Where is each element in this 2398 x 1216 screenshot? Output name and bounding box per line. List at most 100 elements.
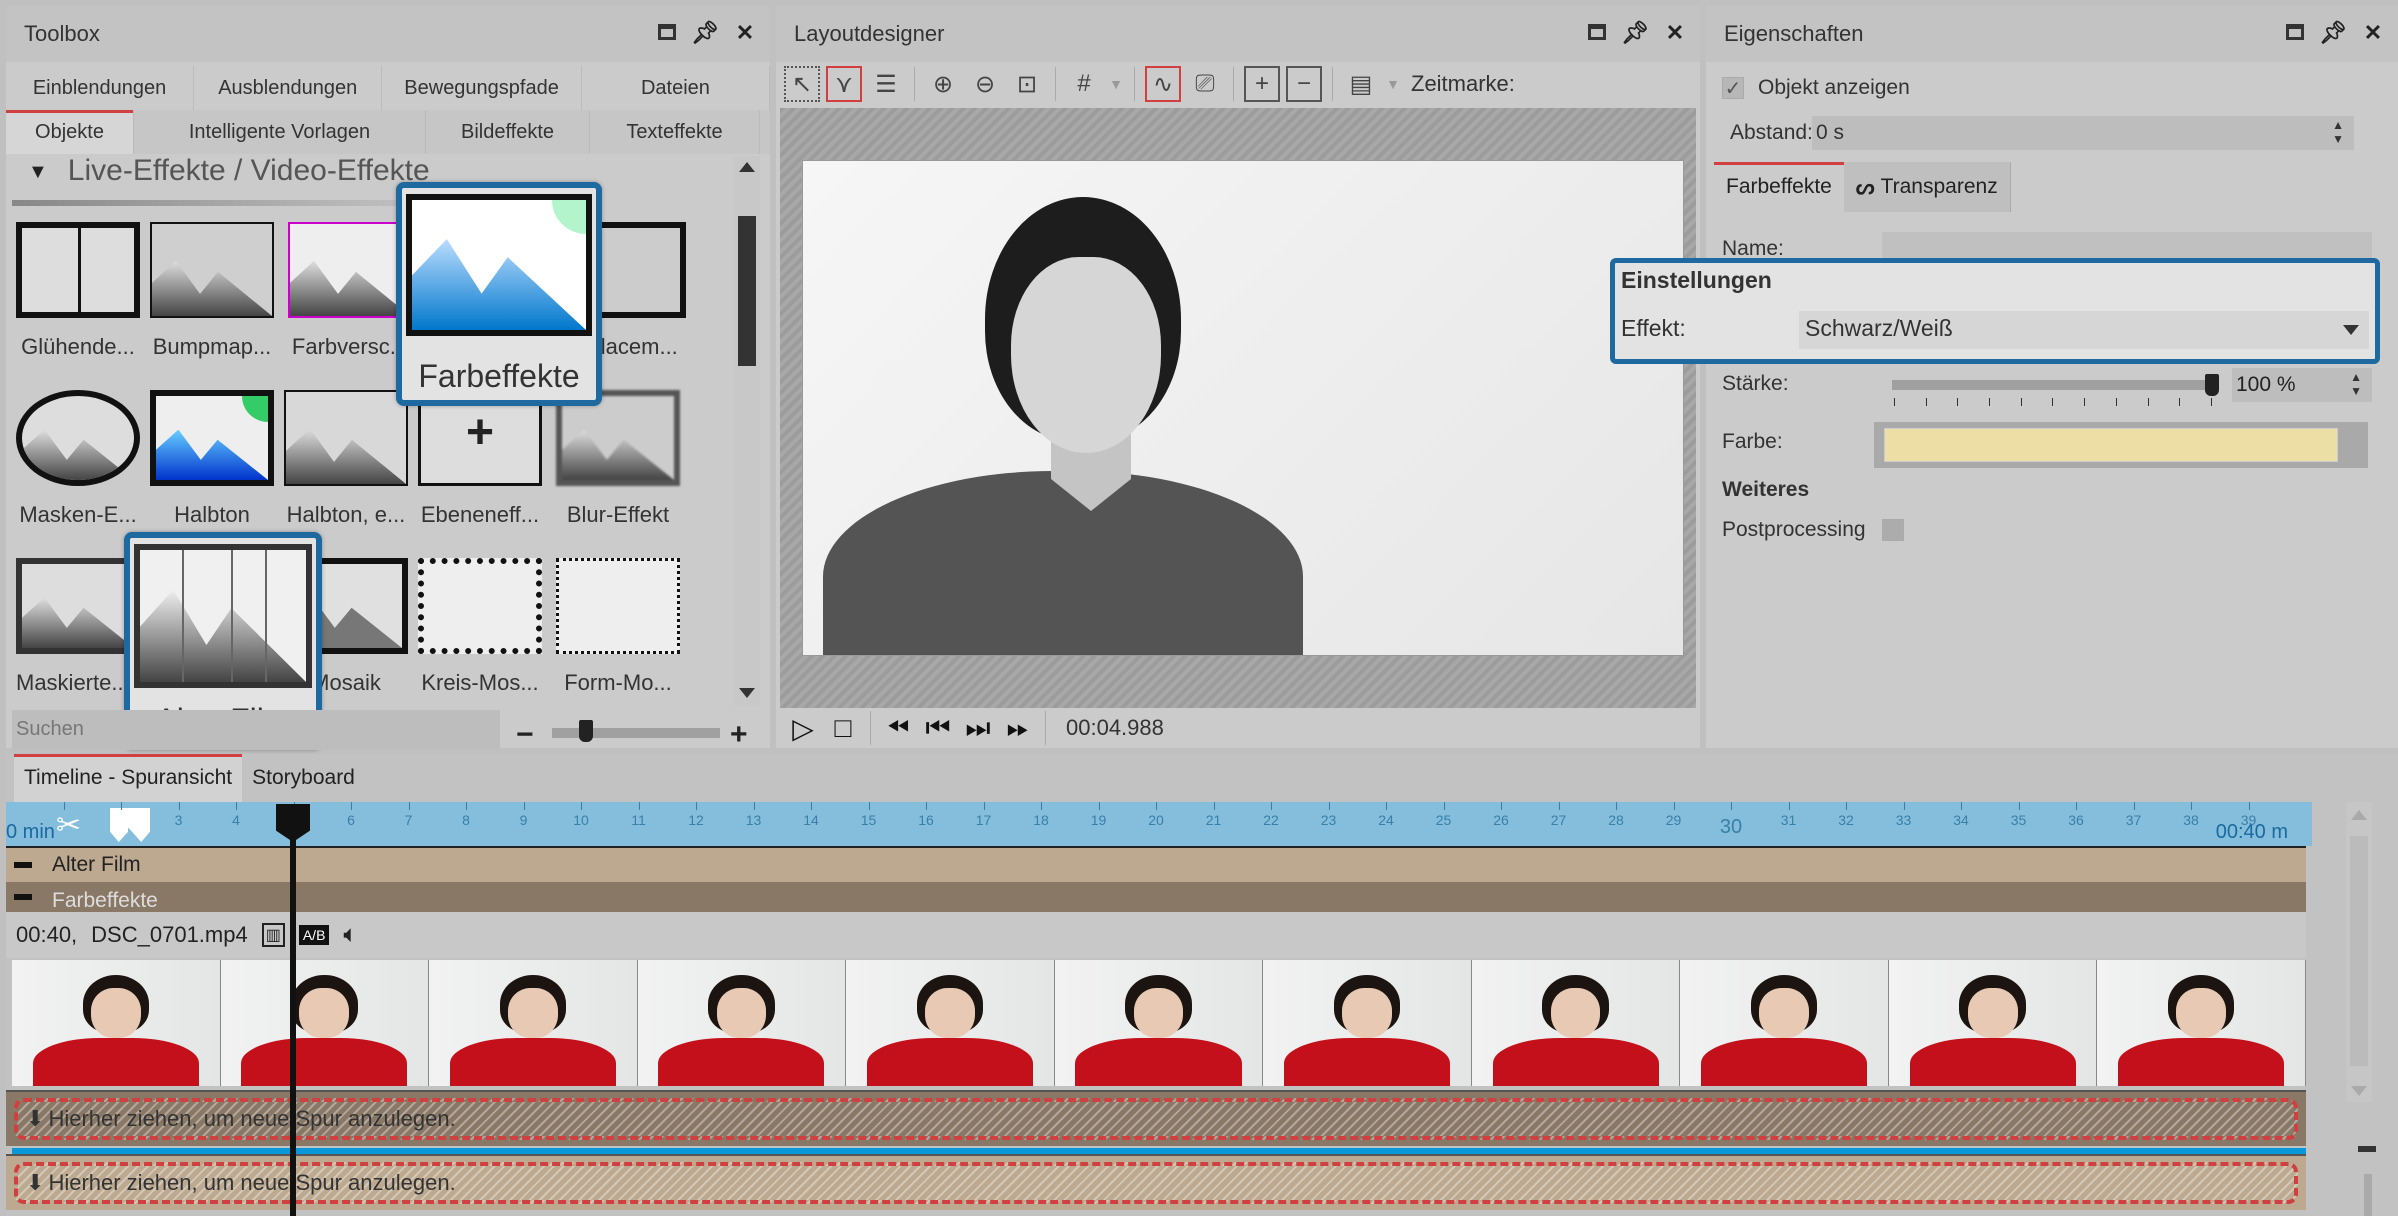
staerke-slider-thumb[interactable] (2205, 374, 2219, 396)
pin-icon[interactable]: 📌︎ (2319, 20, 2347, 46)
ruler-tick-label: 9 (519, 812, 528, 828)
tab-ausblendungen[interactable]: Ausblendungen (194, 66, 383, 110)
toolbox-scrollbar[interactable] (734, 156, 760, 706)
zoom-fit-icon[interactable]: ⊡ (1009, 66, 1045, 102)
scroll-thumb[interactable] (2350, 836, 2368, 1066)
effect-item-halbton[interactable]: Halbton (150, 390, 274, 528)
fast-forward-icon[interactable]: ⏩︎ (1001, 712, 1035, 745)
search-input[interactable]: Suchen (12, 710, 500, 750)
pin-icon[interactable]: 📌︎ (1621, 20, 1649, 46)
play-icon[interactable]: ▷ (786, 712, 820, 745)
add-icon[interactable]: + (1244, 66, 1280, 102)
tab-transparenz[interactable]: ᔕ Transparenz (1843, 162, 2011, 212)
maximize-icon[interactable] (658, 24, 676, 40)
effect-item-halbton-einfarbig[interactable]: Halbton, e... (284, 390, 408, 528)
collapse-icon[interactable] (14, 894, 32, 900)
abstand-input[interactable]: 0 s ▲ ▼ (1812, 116, 2354, 150)
filmstrip-icon[interactable]: ▥ (261, 923, 285, 947)
close-icon[interactable]: ✕ (1664, 20, 1686, 46)
stop-icon[interactable]: □ (826, 712, 860, 744)
tab-objekte[interactable]: Objekte (6, 110, 134, 154)
postprocessing-checkbox[interactable] (1881, 519, 1904, 541)
tab-farbeffekte[interactable]: Farbeffekte (1714, 162, 1844, 212)
tab-storyboard[interactable]: Storyboard (242, 754, 365, 802)
effect-item-blur[interactable]: Blur-Effekt (556, 390, 680, 528)
zoom-out-icon[interactable]: ⊖ (967, 66, 1003, 102)
scissors-icon[interactable]: ✂ (56, 808, 81, 843)
maximize-icon[interactable] (1588, 24, 1606, 40)
tab-einblendungen[interactable]: Einblendungen (6, 66, 195, 110)
timeline-zoom-minus-icon[interactable] (2358, 1146, 2376, 1152)
track-farbeffekte[interactable]: Farbeffekte (6, 882, 2306, 912)
grid-dropdown-icon[interactable]: ▼ (1108, 66, 1124, 102)
staerke-input[interactable]: 100 % ▲ ▼ (2232, 368, 2372, 402)
ruler-tick (63, 802, 65, 810)
timeline-ruler[interactable]: 0 min ✂ 00:40 m 3 4 6 7 8 9 10 11 12 13 14 15 16 17 18… (6, 802, 2312, 846)
effect-item-masken[interactable]: Masken-E... (16, 390, 140, 528)
effect-item-kreis-mosaik[interactable]: Kreis-Mos... (418, 558, 542, 696)
zoom-minus-button[interactable]: − (516, 718, 534, 752)
zoom-in-icon[interactable]: ⊕ (925, 66, 961, 102)
objekt-anzeigen-checkbox[interactable]: ✓ (1722, 77, 1744, 100)
scroll-down-icon[interactable] (2351, 1086, 2367, 1096)
clip-header[interactable]: 00:40, DSC_0701.mp4 ▥ A/B 🔈︎ (6, 912, 2306, 958)
marker-icon[interactable] (110, 808, 150, 842)
close-icon[interactable]: ✕ (2362, 20, 2384, 46)
zoom-slider-thumb[interactable] (578, 720, 593, 742)
transition-ab-icon[interactable]: A/B (298, 925, 330, 945)
farbe-picker[interactable] (1874, 422, 2368, 468)
section-header[interactable]: ▼ Live-Effekte / Video-Effekte (28, 154, 430, 188)
previous-icon[interactable]: ⏮︎ (921, 712, 955, 745)
playhead[interactable] (290, 804, 296, 1216)
scroll-up-icon[interactable] (2351, 810, 2367, 820)
timeline-zoom-slider[interactable] (2364, 1174, 2372, 1216)
minus-icon: − (516, 718, 534, 751)
tab-texteffekte[interactable]: Texteffekte (590, 110, 760, 154)
select-tool-icon[interactable]: ↖ (784, 66, 820, 102)
scroll-up-icon[interactable] (739, 162, 755, 172)
dropzone-1[interactable]: ⬇ Hierher ziehen, um neue Spur anzulegen. (6, 1090, 2306, 1146)
track-alter-film[interactable]: Alter Film (6, 846, 2306, 882)
tab-timeline-spuransicht[interactable]: Timeline - Spuransicht (14, 754, 243, 802)
playback-controls: ▷ □ ⏪︎ ⏮︎ ⏭︎ ⏩︎ 00:04.988 (776, 710, 1700, 746)
video-filmstrip[interactable] (12, 960, 2307, 1086)
zoom-slider[interactable] (552, 728, 720, 738)
timeline-scrollbar[interactable] (2346, 802, 2372, 1102)
rewind-icon[interactable]: ⏪︎ (881, 712, 915, 745)
pin-icon[interactable]: 📌︎ (691, 20, 719, 46)
next-icon[interactable]: ⏭︎ (961, 712, 995, 745)
effekt-dropdown[interactable]: Schwarz/Weiß (1799, 311, 2369, 349)
effect-item-gluehende[interactable]: Glühende... (16, 222, 140, 360)
zoom-plus-button[interactable]: + (730, 718, 748, 752)
collapse-triangle-icon[interactable]: ▼ (28, 161, 48, 183)
text-dropdown-icon[interactable]: ▼ (1385, 66, 1401, 102)
scroll-down-icon[interactable] (739, 688, 755, 698)
remove-icon[interactable]: − (1286, 66, 1322, 102)
path-tool-icon[interactable]: ⋎ (826, 66, 862, 102)
tab-dateien[interactable]: Dateien (582, 66, 770, 110)
grid-icon[interactable]: # (1066, 66, 1102, 102)
speaker-icon[interactable]: 🔈︎ (343, 921, 357, 949)
layout-toolbar: ↖ ⋎ ☰ ⊕ ⊖ ⊡ # ▼ ∿ ⎚ + − ▤ ▼ Zeitmarke: (776, 62, 1700, 106)
tab-intelligente-vorlagen[interactable]: Intelligente Vorlagen (134, 110, 426, 154)
maximize-icon[interactable] (2286, 24, 2304, 40)
preview-image[interactable] (802, 160, 1684, 656)
effect-item-farbverschiebung[interactable]: Farbversc... (288, 222, 412, 360)
effect-item-form-mosaik[interactable]: Form-Mo... (556, 558, 680, 696)
tab-bildeffekte[interactable]: Bildeffekte (426, 110, 590, 154)
close-icon[interactable]: ✕ (734, 20, 756, 46)
text-align-icon[interactable]: ▤ (1343, 66, 1379, 102)
effect-item-ebeneneffekt[interactable]: + Ebeneneff... (418, 390, 542, 528)
motion-path-icon[interactable]: ∿ (1145, 66, 1181, 102)
spinner-icon[interactable]: ▲ ▼ (2332, 118, 2344, 146)
collapse-icon[interactable] (14, 862, 32, 868)
staerke-slider[interactable] (1892, 380, 2212, 390)
layers-icon[interactable]: ☰ (868, 66, 904, 102)
tab-bewegungspfade[interactable]: Bewegungspfade (382, 66, 582, 110)
effect-item-bumpmap[interactable]: Bumpmap... (150, 222, 274, 360)
effect-item-maskierte[interactable]: Maskierte... (16, 558, 140, 696)
spinner-icon[interactable]: ▲ ▼ (2350, 370, 2362, 398)
dropzone-2[interactable]: ⬇ Hierher ziehen, um neue Spur anzulegen. (6, 1154, 2306, 1210)
scroll-thumb[interactable] (738, 216, 756, 366)
camera-icon[interactable]: ⎚ (1187, 66, 1223, 102)
